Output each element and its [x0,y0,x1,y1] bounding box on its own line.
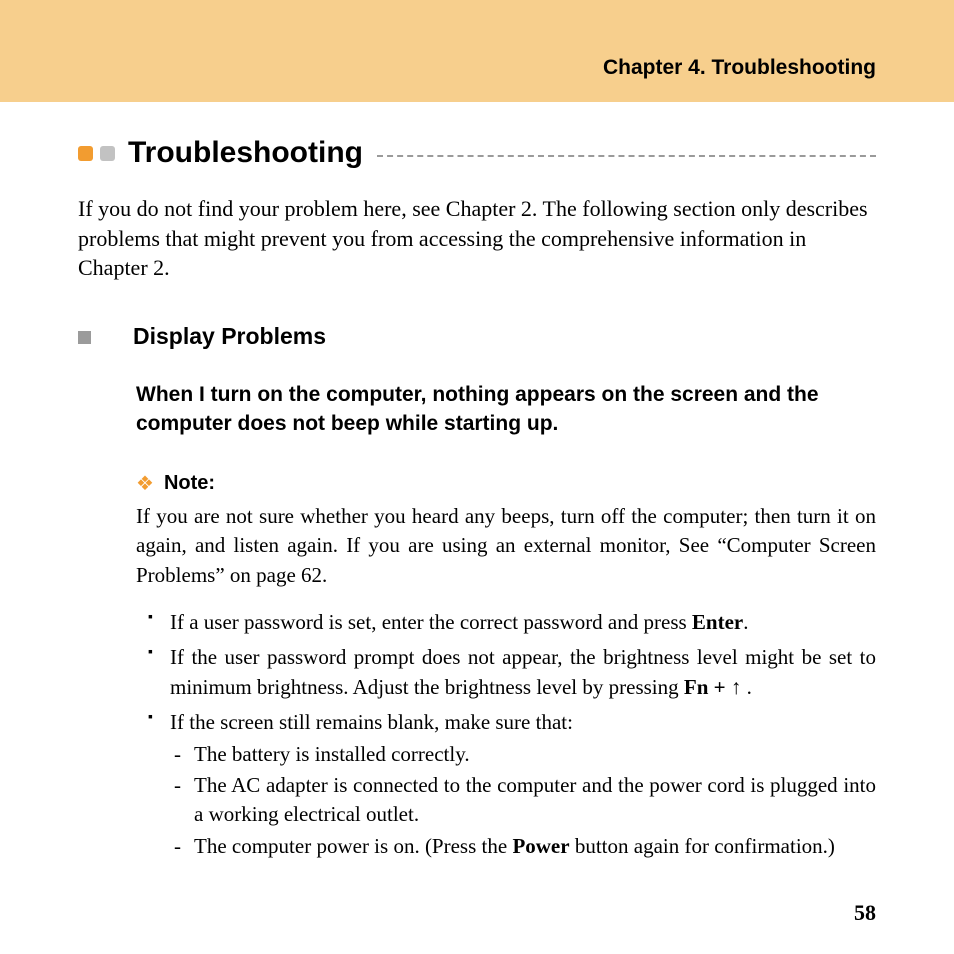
bullet-list: If a user password is set, enter the cor… [136,608,876,861]
note-header: ❖ Note: [136,471,876,496]
chapter-title: Chapter 4. Troubleshooting [603,56,876,80]
subsection-body: When I turn on the computer, nothing app… [136,380,876,861]
bold-text: Fn + [684,675,731,699]
list-item: If the screen still remains blank, make … [170,708,876,861]
diamond-icon: ❖ [136,471,154,496]
text: The computer power is on. (Press the [194,834,512,858]
problem-title: When I turn on the computer, nothing app… [136,380,876,439]
text: If the user password prompt does not app… [170,645,876,698]
note-text: If you are not sure whether you heard an… [136,502,876,590]
text: . [741,675,752,699]
section-intro: If you do not find your problem here, se… [78,194,876,283]
subsection-row: Display Problems [78,323,876,350]
bold-text: Enter [692,610,743,634]
note-label: Note: [164,472,215,495]
list-item: If the user password prompt does not app… [170,643,876,702]
text: button again for confirmation.) [570,834,835,858]
dashed-rule [377,155,876,157]
list-item: The computer power is on. (Press the Pow… [194,832,876,861]
text: If a user password is set, enter the cor… [170,610,692,634]
page-number: 58 [854,900,876,926]
grey-bullet-icon [78,331,91,344]
list-item: If a user password is set, enter the cor… [170,608,876,637]
orange-square-icon [78,146,93,161]
section-title: Troubleshooting [128,136,363,170]
page-content: Troubleshooting If you do not find your … [0,102,954,861]
subsection-title: Display Problems [133,323,326,350]
grey-square-icon [100,146,115,161]
section-title-row: Troubleshooting [78,136,876,170]
list-item: The AC adapter is connected to the compu… [194,771,876,830]
document-page: Chapter 4. Troubleshooting Troubleshooti… [0,0,954,954]
text: If the screen still remains blank, make … [170,710,573,734]
bold-text: Power [512,834,569,858]
header-band: Chapter 4. Troubleshooting [0,0,954,102]
text: . [743,610,748,634]
list-item: The battery is installed correctly. [194,740,876,769]
up-arrow-icon: ↑ [731,673,742,702]
dash-list: The battery is installed correctly. The … [170,740,876,862]
